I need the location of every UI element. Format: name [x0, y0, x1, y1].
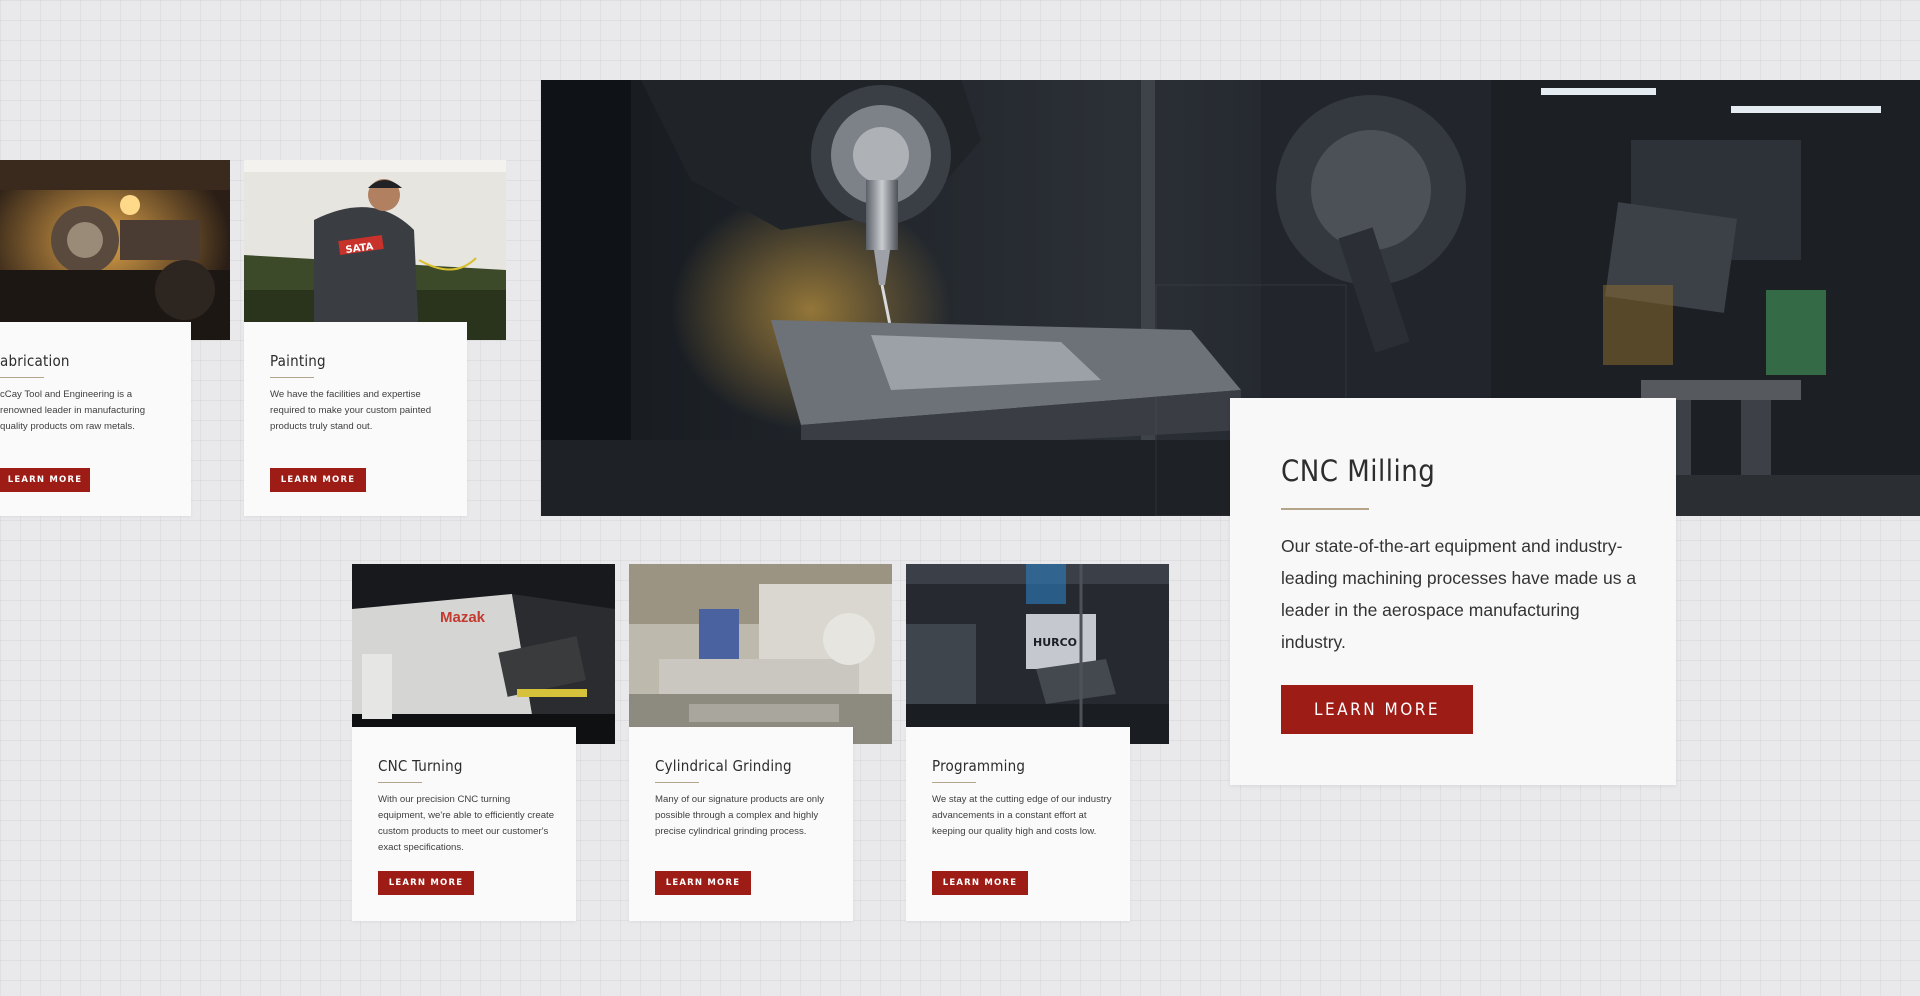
- turning-machine-logo: Mazak: [440, 609, 486, 626]
- fabrication-rule: [0, 377, 44, 378]
- cnc-milling-title: CNC Milling: [1281, 454, 1436, 488]
- fabrication-title: abrication: [0, 352, 70, 370]
- programming-card: Programming We stay at the cutting edge …: [906, 727, 1130, 921]
- programming-rule: [932, 782, 976, 783]
- painting-title: Painting: [270, 352, 326, 370]
- cnc-milling-text: Our state-of-the-art equipment and indus…: [1281, 536, 1637, 652]
- painting-card: Painting We have the facilities and expe…: [244, 322, 467, 516]
- fabrication-text: cCay Tool and Engineering is a renowned …: [0, 389, 146, 432]
- cylindrical-grinding-text: Many of our signature products are only …: [655, 794, 825, 837]
- cnc-turning-rule: [378, 782, 422, 783]
- cnc-milling-learn-more-button[interactable]: LEARN MORE: [1281, 685, 1473, 734]
- cnc-turning-title: CNC Turning: [378, 757, 463, 775]
- fabrication-image: [0, 160, 230, 340]
- cnc-turning-card: CNC Turning With our precision CNC turni…: [352, 727, 576, 921]
- fabrication-card: abrication cCay Tool and Engineering is …: [0, 322, 191, 516]
- cylindrical-grinding-card: Cylindrical Grinding Many of our signatu…: [629, 727, 853, 921]
- cnc-milling-card: CNC Milling Our state-of-the-art equipme…: [1230, 398, 1676, 785]
- cylindrical-grinding-rule: [655, 782, 699, 783]
- programming-text: We stay at the cutting edge of our indus…: [932, 794, 1112, 837]
- cnc-turning-learn-more-button[interactable]: LEARN MORE: [378, 871, 474, 895]
- painting-text: We have the facilities and expertise req…: [270, 389, 432, 432]
- cnc-milling-rule: [1281, 508, 1369, 510]
- programming-learn-more-button[interactable]: LEARN MORE: [932, 871, 1028, 895]
- fabrication-learn-more-button[interactable]: LEARN MORE: [0, 468, 90, 492]
- programming-image: HURCO: [906, 564, 1169, 744]
- painting-image: SATA: [244, 160, 506, 340]
- painting-learn-more-button[interactable]: LEARN MORE: [270, 468, 366, 492]
- cylindrical-grinding-learn-more-button[interactable]: LEARN MORE: [655, 871, 751, 895]
- cylindrical-grinding-image: [629, 564, 892, 744]
- painting-rule: [270, 377, 314, 378]
- programming-title: Programming: [932, 757, 1026, 775]
- cnc-turning-text: With our precision CNC turning equipment…: [378, 794, 555, 853]
- cnc-turning-image: Mazak: [352, 564, 615, 744]
- programming-machine-logo: HURCO: [1033, 636, 1077, 649]
- cylindrical-grinding-title: Cylindrical Grinding: [655, 757, 792, 775]
